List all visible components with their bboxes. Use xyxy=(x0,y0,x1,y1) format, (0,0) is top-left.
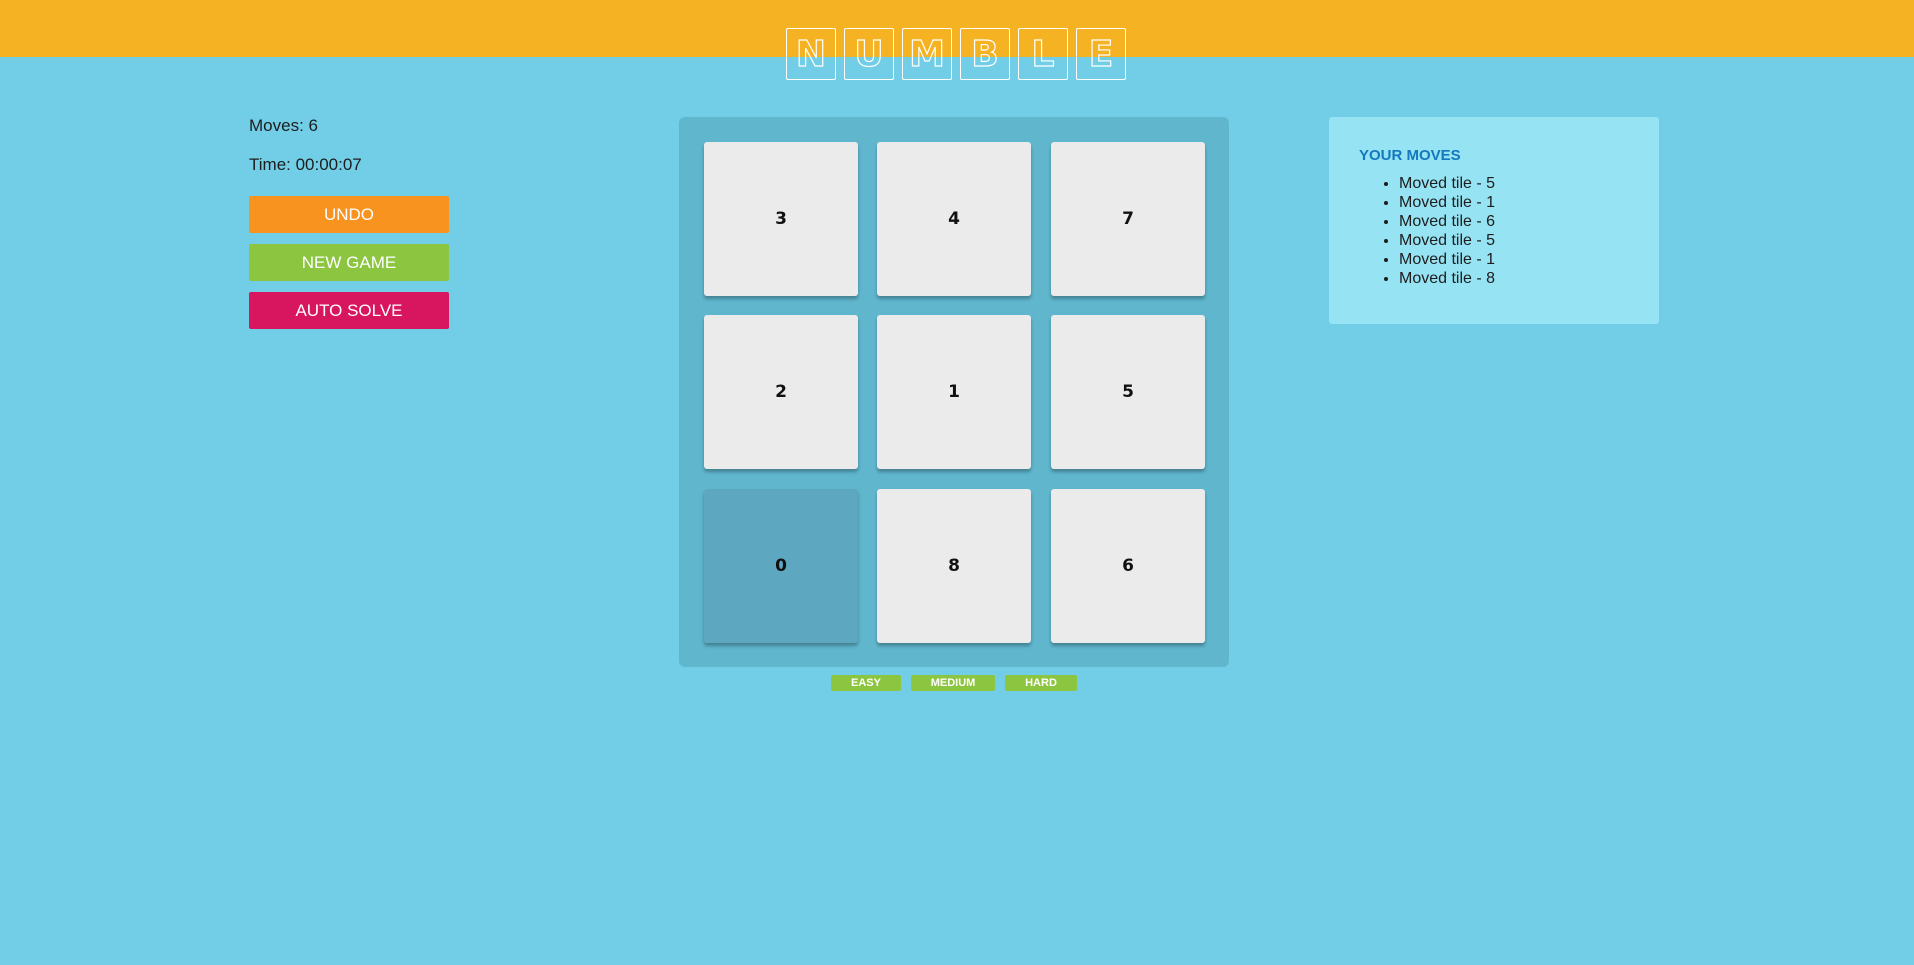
difficulty-easy-button[interactable]: EASY xyxy=(831,675,901,691)
list-item: Moved tile - 1 xyxy=(1399,193,1629,212)
list-item: Moved tile - 5 xyxy=(1399,231,1629,250)
moves-history-panel: YOUR MOVES Moved tile - 5 Moved tile - 1… xyxy=(1329,117,1659,324)
game-controls: Moves: 6 Time: 00:00:07 UNDO NEW GAME AU… xyxy=(249,116,449,340)
puzzle-tile[interactable]: 6 xyxy=(1051,489,1205,643)
difficulty-hard-button[interactable]: HARD xyxy=(1005,675,1077,691)
list-item: Moved tile - 6 xyxy=(1399,212,1629,231)
new-game-button[interactable]: NEW GAME xyxy=(249,244,449,281)
moves-history-list: Moved tile - 5 Moved tile - 1 Moved tile… xyxy=(1359,174,1629,288)
puzzle-board: 3 4 7 2 1 5 0 8 6 xyxy=(679,117,1229,667)
moves-counter: Moves: 6 xyxy=(249,116,318,135)
puzzle-tile[interactable]: 2 xyxy=(704,315,858,469)
logo-letter: N xyxy=(786,28,836,80)
undo-button[interactable]: UNDO xyxy=(249,196,449,233)
puzzle-tile[interactable]: 1 xyxy=(877,315,1031,469)
puzzle-tile[interactable]: 7 xyxy=(1051,142,1205,296)
logo-letter: L xyxy=(1018,28,1068,80)
logo-letter: B xyxy=(960,28,1010,80)
logo-letter: M xyxy=(902,28,952,80)
puzzle-tile[interactable]: 8 xyxy=(877,489,1031,643)
list-item: Moved tile - 8 xyxy=(1399,269,1629,288)
timer: Time: 00:00:07 xyxy=(249,155,362,174)
moves-history-title: YOUR MOVES xyxy=(1359,147,1461,164)
logo-letter: E xyxy=(1076,28,1126,80)
puzzle-tile[interactable]: 5 xyxy=(1051,315,1205,469)
logo-letter: U xyxy=(844,28,894,80)
difficulty-medium-button[interactable]: MEDIUM xyxy=(911,675,995,691)
list-item: Moved tile - 1 xyxy=(1399,250,1629,269)
list-item: Moved tile - 5 xyxy=(1399,174,1629,193)
auto-solve-button[interactable]: AUTO SOLVE xyxy=(249,292,449,329)
puzzle-tile[interactable]: 3 xyxy=(704,142,858,296)
logo: N U M B L E xyxy=(786,28,1126,80)
puzzle-tile[interactable]: 4 xyxy=(877,142,1031,296)
empty-tile[interactable]: 0 xyxy=(704,489,858,643)
